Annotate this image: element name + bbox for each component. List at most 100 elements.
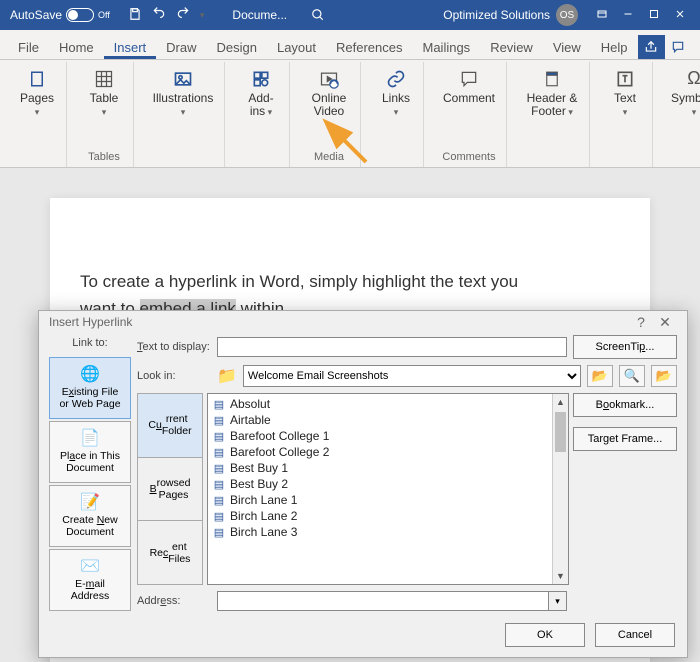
tab-file[interactable]: File — [8, 34, 49, 59]
pages-icon — [28, 68, 46, 90]
ok-button[interactable]: OK — [505, 623, 585, 647]
comments-button[interactable] — [665, 35, 692, 59]
links-button[interactable]: Links▾ — [375, 64, 417, 124]
callout-arrow-icon — [320, 116, 376, 172]
look-in-label: Look in: — [137, 370, 211, 382]
cancel-button[interactable]: Cancel — [595, 623, 675, 647]
addins-button[interactable]: Add-ins ▾ — [239, 64, 283, 124]
document-title: Docume... — [216, 8, 303, 22]
tab-home[interactable]: Home — [49, 34, 104, 59]
tab-draw[interactable]: Draw — [156, 34, 206, 59]
scrollbar[interactable]: ▲ ▼ — [552, 394, 568, 584]
file-icon: ▤ — [212, 429, 226, 443]
list-item[interactable]: ▤Best Buy 1 — [212, 460, 564, 476]
address-input[interactable] — [217, 591, 549, 611]
text-icon — [615, 68, 635, 90]
text-button[interactable]: Text▾ — [604, 64, 646, 124]
email-icon: ✉️ — [80, 558, 100, 576]
save-icon[interactable] — [128, 7, 142, 24]
ribbon-display-icon[interactable] — [596, 8, 608, 23]
list-item[interactable]: ▤Airtable — [212, 412, 564, 428]
comment-button[interactable]: Comment — [438, 64, 500, 124]
address-dropdown-icon[interactable]: ▾ — [549, 591, 567, 611]
group-label-tables: Tables — [88, 151, 120, 167]
bookmark-button[interactable]: Bookmark... — [573, 393, 677, 417]
illustrations-icon — [173, 68, 193, 90]
scroll-down-icon[interactable]: ▼ — [553, 568, 568, 584]
header-footer-button[interactable]: Header & Footer ▾ — [521, 64, 583, 124]
avatar: OS — [556, 4, 578, 26]
illustrations-button[interactable]: Illustrations▾ — [148, 64, 218, 124]
table-icon — [94, 68, 114, 90]
tab-help[interactable]: Help — [591, 34, 638, 59]
group-label-comments: Comments — [442, 151, 495, 167]
list-item[interactable]: ▤Absolut — [212, 396, 564, 412]
browse-web-icon: 🔍 — [624, 368, 640, 384]
file-icon: ▤ — [212, 525, 226, 539]
share-button[interactable] — [638, 35, 665, 59]
symbols-button[interactable]: Ω Symbols▾ — [667, 64, 700, 124]
browse-file-button[interactable]: 📂 — [651, 365, 677, 387]
undo-icon[interactable] — [152, 7, 166, 24]
recent-files-tab[interactable]: RecentFiles — [138, 521, 202, 584]
close-icon[interactable] — [674, 8, 686, 23]
minimize-icon[interactable] — [622, 8, 634, 23]
list-item[interactable]: ▤Best Buy 2 — [212, 476, 564, 492]
tab-insert[interactable]: Insert — [104, 34, 157, 59]
file-icon: ▤ — [212, 493, 226, 507]
file-icon: ▤ — [212, 413, 226, 427]
browse-web-button[interactable]: 🔍 — [619, 365, 645, 387]
tab-layout[interactable]: Layout — [267, 34, 326, 59]
customize-dropdown-icon[interactable]: ▾ — [200, 10, 205, 21]
search-icon — [311, 8, 325, 22]
toggle-icon — [66, 8, 94, 22]
autosave-toggle[interactable]: AutoSave Off — [4, 8, 116, 22]
file-icon: ▤ — [212, 397, 226, 411]
current-folder-tab[interactable]: CurrentFolder — [138, 394, 202, 458]
user-account[interactable]: Optimized Solutions OS — [435, 4, 586, 26]
dialog-close-icon[interactable]: ✕ — [653, 314, 677, 331]
text-to-display-input[interactable] — [217, 337, 567, 357]
list-item[interactable]: ▤Birch Lane 1 — [212, 492, 564, 508]
linkto-place-in-document[interactable]: 📄 Place in ThisDocument — [49, 421, 131, 483]
browsed-pages-tab[interactable]: BrowsedPages — [138, 458, 202, 522]
tab-view[interactable]: View — [543, 34, 591, 59]
linkto-email[interactable]: ✉️ E-mailAddress — [49, 549, 131, 611]
scroll-up-icon[interactable]: ▲ — [553, 394, 568, 410]
list-item[interactable]: ▤Barefoot College 2 — [212, 444, 564, 460]
file-icon: ▤ — [212, 445, 226, 459]
target-frame-button[interactable]: Target Frame... — [573, 427, 677, 451]
online-video-icon — [318, 68, 340, 90]
quick-access-toolbar: ▾ — [116, 7, 217, 24]
redo-icon[interactable] — [176, 7, 190, 24]
list-item[interactable]: ▤Barefoot College 1 — [212, 428, 564, 444]
look-in-select[interactable]: Welcome Email Screenshots — [243, 365, 581, 387]
screentip-button[interactable]: ScreenTip... — [573, 335, 677, 359]
autosave-label: AutoSave — [10, 8, 62, 22]
tab-design[interactable]: Design — [207, 34, 267, 59]
tab-mailings[interactable]: Mailings — [413, 34, 481, 59]
online-video-button[interactable]: Online Video — [304, 64, 354, 124]
linkto-existing-file[interactable]: 🌐 Existing Fileor Web Page — [49, 357, 131, 419]
autosave-value: Off — [98, 10, 110, 20]
search-button[interactable] — [303, 8, 333, 22]
title-bar: AutoSave Off ▾ Docume... Optimized Solut… — [0, 0, 700, 30]
dialog-help-icon[interactable]: ? — [629, 314, 653, 330]
up-one-level-button[interactable]: 📂 — [587, 365, 613, 387]
file-list[interactable]: ▤Absolut ▤Airtable ▤Barefoot College 1 ▤… — [207, 393, 569, 585]
table-button[interactable]: Table▾ — [81, 64, 127, 124]
user-name: Optimized Solutions — [443, 8, 550, 22]
list-item[interactable]: ▤Birch Lane 2 — [212, 508, 564, 524]
maximize-icon[interactable] — [648, 8, 660, 23]
header-footer-icon — [543, 68, 561, 90]
tab-review[interactable]: Review — [480, 34, 543, 59]
linkto-create-new[interactable]: 📝 Create NewDocument — [49, 485, 131, 547]
symbols-icon: Ω — [687, 68, 700, 90]
insert-hyperlink-dialog: Insert Hyperlink ? ✕ Link to: 🌐 Existing… — [38, 310, 688, 658]
pages-button[interactable]: Pages▾ — [14, 64, 60, 124]
scroll-thumb[interactable] — [555, 412, 566, 452]
tab-references[interactable]: References — [326, 34, 412, 59]
comment-icon — [459, 68, 479, 90]
document-place-icon: 📄 — [80, 430, 100, 448]
list-item[interactable]: ▤Birch Lane 3 — [212, 524, 564, 540]
